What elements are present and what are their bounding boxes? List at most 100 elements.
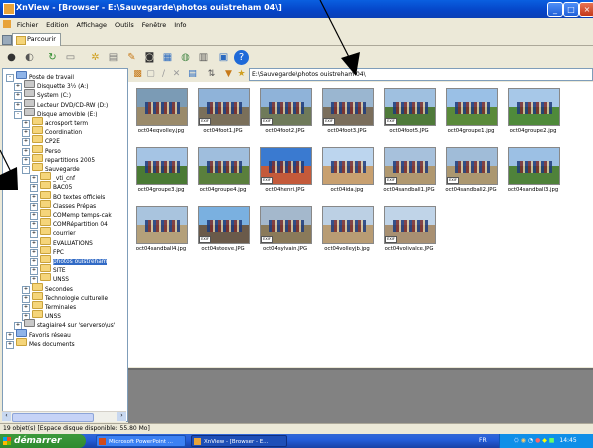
tree-node[interactable]: + Classes Prépas [30,199,96,211]
tree-node[interactable]: + Technologie culturelle [22,291,108,303]
tree-node[interactable]: + System (C:) [14,89,71,101]
thumbnail-grid[interactable]: oct04eqvolley.jpg EXIF oct04foot1.JPG EXIF o… [128,82,593,367]
thumbnail-item[interactable]: oct04groupe2.jpg [504,84,562,134]
tree-node[interactable]: + CP2E [22,135,60,147]
tree-node[interactable]: + SITE [30,264,66,276]
slideshow-icon[interactable]: ▦ [160,50,175,65]
tree-node[interactable]: + Coordination [22,126,82,138]
document-icon[interactable] [3,20,11,28]
tree-node[interactable]: + UNSS [30,273,69,285]
thumbnail-item[interactable]: EXIF oct04henri.JPG [256,143,314,193]
collapse-icon[interactable]: - [22,166,30,174]
fullscreen-icon[interactable]: ▣ [216,50,231,65]
menu-outils[interactable]: Outils [112,19,137,31]
scroll-thumb[interactable] [12,413,94,422]
photo-thumbnail[interactable] [136,88,188,126]
tree-node[interactable]: - Disque amovible (E:) [14,107,97,119]
help-icon[interactable]: ? [234,50,249,65]
maximize-button[interactable]: □ [563,2,579,17]
close-button[interactable]: × [579,2,593,17]
photo-thumbnail[interactable] [136,147,188,185]
update-icon[interactable]: ■ [549,437,555,444]
menu-fichier[interactable]: Fichier [14,19,41,31]
photo-thumbnail[interactable] [198,147,250,185]
info-icon[interactable]: ◆ [542,437,547,444]
collapse-icon[interactable]: - [6,74,14,82]
tree-node[interactable]: + courrier [30,227,76,239]
volume-icon[interactable]: ◔ [528,437,533,444]
tab-parcourir[interactable]: Parcourir [12,33,61,46]
language-indicator[interactable]: FR [479,434,487,448]
security-icon[interactable]: ◉ [521,437,526,444]
clock[interactable]: 14:45 [559,437,576,444]
tree-node[interactable]: + COMRépartition 04 [30,218,108,230]
thumbnail-item[interactable]: oct04volleyjb.jpg [318,202,376,252]
expand-icon[interactable]: + [6,340,14,349]
tree-node[interactable]: + photos ouistreham [30,255,108,266]
tree-horizontal-scrollbar[interactable]: ‹ › [2,411,126,422]
thumbnail-item[interactable]: EXIF oct04sandball2.JPG [442,143,500,193]
view-mode-icon[interactable]: ▤ [185,67,200,82]
tree-node[interactable]: + _vti_cnf [30,172,75,184]
camera-icon[interactable]: ◙ [142,50,157,65]
photo-thumbnail[interactable] [136,206,188,244]
refresh-icon[interactable]: ↻ [45,50,60,65]
tree-node[interactable]: + FPC [30,245,64,257]
scroll-left-icon[interactable]: ‹ [2,412,11,421]
settings-icon[interactable]: ✲ [88,50,103,65]
tree-node[interactable]: + stagiaire4 sur 'serverso\us' [14,319,115,331]
scroll-right-icon[interactable]: › [117,412,126,421]
task-powerpoint[interactable]: Microsoft PowerPoint ... [96,435,186,447]
tree-node[interactable]: + Favoris réseau [6,328,71,340]
start-button[interactable]: démarrer [0,434,86,448]
tree-node[interactable]: + repartitions 2005 [22,153,95,165]
tree-node[interactable]: - Poste de travail [6,71,74,82]
photo-thumbnail[interactable] [322,147,374,185]
tree-node[interactable]: + Disquette 3½ (A:) [14,80,88,92]
photo-thumbnail[interactable] [446,88,498,126]
tree-node[interactable]: + Secondes [22,282,73,294]
tree-node[interactable]: + BAC05 [30,181,72,193]
print-icon[interactable]: ▤ [106,50,121,65]
menu-info[interactable]: Info [171,19,189,31]
tree-node[interactable]: + Perso [22,144,61,156]
globe-icon[interactable]: ◍ [178,50,193,65]
thumbnail-item[interactable]: EXIF oct04volivalce.JPG [380,202,438,252]
thumbnail-item[interactable]: oct04eqvolley.jpg [132,84,190,134]
thumbnail-item[interactable]: EXIF oct04foot5.JPG [380,84,438,134]
tree-node[interactable]: + UNSS [22,310,61,322]
thumbnail-item[interactable]: oct04groupe3.jpg [132,143,190,193]
collapse-icon[interactable]: - [14,110,22,119]
tree-node[interactable]: + COMemp temps-cak [30,209,112,220]
back-icon[interactable]: ● [4,50,19,65]
tree-node[interactable]: - Sauvegarde [22,163,80,174]
tree-node[interactable]: + acrosport term [22,117,88,128]
photo-thumbnail[interactable] [508,147,560,185]
tree-node[interactable]: + EVALUATIONS [30,236,93,248]
filter-icon[interactable]: ▥ [196,50,211,65]
delete-icon[interactable]: ✕ [169,67,184,82]
folder-tree[interactable]: - Poste de travail + Disquette 3½ (A:) + Syst… [2,68,128,422]
title-bar[interactable]: XnView - [Browser - E:\Sauvegarde\photos… [0,0,593,18]
tree-node[interactable]: + Terminales [22,301,76,312]
menu-edition[interactable]: Edition [43,19,72,31]
thumbnail-item[interactable]: EXIF oct04foot2.JPG [256,84,314,134]
path-input[interactable]: E:\Sauvegarde\photos ouistreham 04\ [249,68,593,81]
alert-icon[interactable]: ● [535,437,540,444]
thumbnail-item[interactable]: oct04groupe4.jpg [194,143,252,193]
tree-node[interactable]: + BO textes officiels [30,190,105,202]
thumbnail-item[interactable]: oct04sandball3.jpg [504,143,562,193]
forward-icon[interactable]: ◐ [22,50,37,65]
menu-affichage[interactable]: Affichage [74,19,111,31]
tree-node[interactable]: + Lecteur DVD/CD-RW (D:) [14,98,108,110]
thumbnail-item[interactable]: EXIF oct04sandball1.JPG [380,143,438,193]
favorites-icon[interactable]: ★ [234,67,249,82]
thumbnail-item[interactable]: oct04groupe1.jpg [442,84,500,134]
task-xnview[interactable]: XnView - [Browser - E... [191,435,287,447]
thumbnail-item[interactable]: EXIF oct04sylvain.JPG [256,202,314,252]
photo-thumbnail[interactable] [322,206,374,244]
xnview-app-icon[interactable] [3,3,15,15]
photo-thumbnail[interactable] [508,88,560,126]
minimize-button[interactable]: _ [547,2,563,17]
edit-icon[interactable]: ✎ [124,50,139,65]
